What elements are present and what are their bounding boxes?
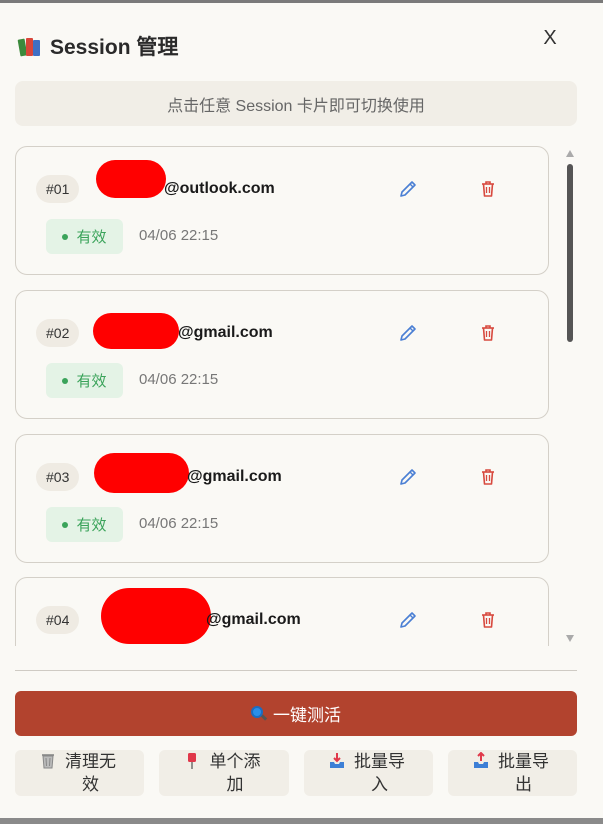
trash-icon <box>482 612 494 628</box>
session-card[interactable]: #01 @outlook.com 有效 04/06 22:15 <box>15 146 549 275</box>
delete-button[interactable] <box>476 177 500 201</box>
session-card[interactable]: #04 @gmail.com <box>15 577 549 646</box>
close-button[interactable]: X <box>536 24 564 52</box>
status-dot <box>62 377 69 384</box>
session-list[interactable]: #01 @outlook.com 有效 04/06 22:15 #02 @gma… <box>15 146 555 646</box>
outbox-tray-icon <box>473 752 488 768</box>
session-card[interactable]: #02 @gmail.com 有效 04/06 22:15 <box>15 290 549 419</box>
scrollbar[interactable] <box>564 150 576 642</box>
batch-import-button[interactable]: 批量导入 <box>304 750 433 796</box>
session-number: #02 <box>36 319 80 347</box>
session-time: 04/06 22:15 <box>139 515 219 532</box>
session-email: @gmail.com <box>178 324 273 341</box>
edit-button[interactable] <box>396 465 420 489</box>
session-time: 04/06 22:15 <box>139 227 219 244</box>
divider <box>15 670 577 671</box>
wastebasket-icon <box>41 754 54 769</box>
session-card[interactable]: #03 @gmail.com 有效 04/06 22:15 <box>15 434 549 563</box>
close-icon: X <box>543 26 557 49</box>
delete-button[interactable] <box>476 321 500 345</box>
batch-export-label: 批量导出 <box>498 752 549 794</box>
scroll-thumb[interactable] <box>567 164 573 342</box>
status-dot <box>62 233 69 240</box>
header: Session 管理 <box>16 28 178 64</box>
batch-export-button[interactable]: 批量导出 <box>448 750 577 796</box>
session-email: @gmail.com <box>206 611 301 628</box>
scroll-down-arrow-icon[interactable] <box>566 635 574 642</box>
batch-import-label: 批量导入 <box>354 752 405 794</box>
activate-all-label: 一键测活 <box>273 706 341 725</box>
session-email: @outlook.com <box>164 180 275 197</box>
edit-button[interactable] <box>396 177 420 201</box>
session-number: #04 <box>36 606 80 634</box>
edit-button[interactable] <box>396 608 420 632</box>
trash-icon <box>482 469 494 485</box>
delete-button[interactable] <box>476 608 500 632</box>
books-icon <box>16 33 44 59</box>
status-badge: 有效 <box>46 507 123 542</box>
pencil-icon <box>400 469 416 485</box>
status-label: 有效 <box>76 373 107 390</box>
status-dot <box>62 521 69 528</box>
session-email: @gmail.com <box>187 468 282 485</box>
add-single-button[interactable]: 单个添加 <box>159 750 289 796</box>
status-badge: 有效 <box>46 219 123 254</box>
pencil-icon <box>400 325 416 341</box>
pencil-icon <box>400 181 416 197</box>
redacted-email-prefix <box>101 588 211 644</box>
pencil-icon <box>400 612 416 628</box>
status-badge: 有效 <box>46 363 123 398</box>
trash-icon <box>482 325 494 341</box>
magnifier-icon <box>251 705 268 722</box>
inbox-tray-icon <box>329 753 344 768</box>
session-number: #01 <box>36 175 80 203</box>
status-label: 有效 <box>76 517 107 534</box>
session-number: #03 <box>36 463 80 491</box>
clean-invalid-label: 清理无效 <box>65 752 116 794</box>
window-top-border <box>0 0 603 3</box>
redacted-email-prefix <box>94 453 189 493</box>
status-label: 有效 <box>76 229 107 246</box>
hint-banner: 点击任意 Session 卡片即可切换使用 <box>15 81 577 126</box>
add-single-label: 单个添加 <box>209 752 261 794</box>
redacted-email-prefix <box>93 313 179 349</box>
scroll-up-arrow-icon[interactable] <box>566 150 574 157</box>
trash-icon <box>482 181 494 197</box>
page-title: Session 管理 <box>50 36 179 59</box>
redacted-email-prefix <box>96 160 166 198</box>
delete-button[interactable] <box>476 465 500 489</box>
clean-invalid-button[interactable]: 清理无效 <box>15 750 144 796</box>
session-time: 04/06 22:15 <box>139 371 219 388</box>
activate-all-button[interactable]: 一键测活 <box>15 691 577 736</box>
window-bottom-border <box>0 818 603 824</box>
edit-button[interactable] <box>396 321 420 345</box>
pushpin-icon <box>188 753 196 769</box>
